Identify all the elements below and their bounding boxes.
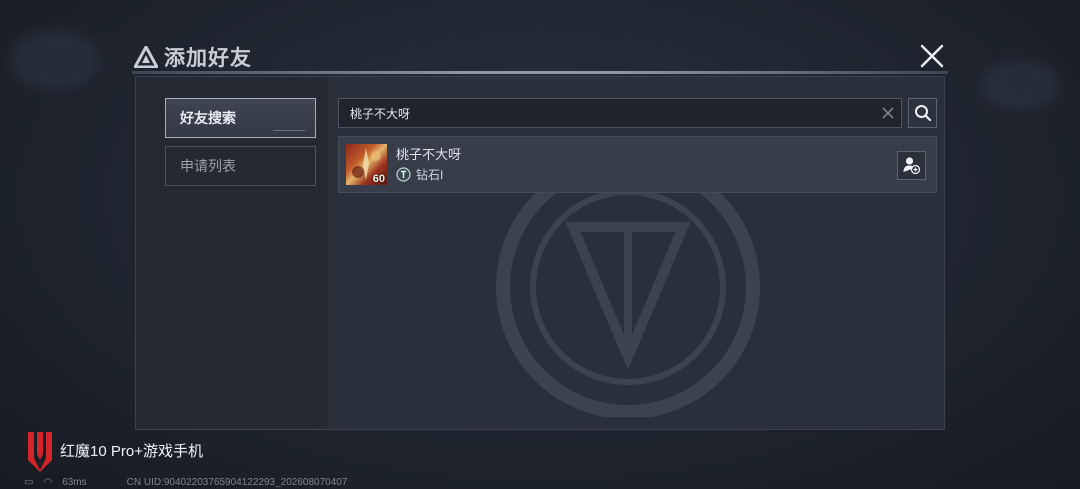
rank-badge-icon — [396, 167, 411, 182]
search-icon — [914, 105, 931, 122]
search-result-row[interactable]: 60 桃子不大呀 钻石I — [338, 136, 937, 193]
tab-friend-search[interactable]: 好友搜索 — [165, 98, 316, 138]
search-button[interactable] — [908, 98, 937, 128]
background-blur — [980, 60, 1060, 110]
add-friend-button[interactable] — [897, 151, 926, 180]
player-level: 60 — [372, 173, 385, 185]
search-content: 60 桃子不大呀 钻石I — [328, 77, 944, 429]
sidebar: 好友搜索 申请列表 — [136, 77, 328, 429]
uid-text: CN UID:9040220376590412229​3_20260807040… — [126, 477, 348, 488]
tab-label: 好友搜索 — [180, 110, 236, 126]
close-button[interactable] — [918, 42, 946, 70]
battery-icon: ▭ — [24, 477, 34, 488]
rank-label: 钻石I — [416, 168, 444, 182]
header-divider — [132, 71, 948, 74]
background-blur — [10, 30, 100, 90]
player-rank: 钻石I — [396, 166, 443, 183]
search-field[interactable] — [338, 98, 902, 128]
status-bar: ▭ ◠ 63ms CN UID:9040220376590412229​3_20… — [24, 477, 347, 488]
brand-text: 红魔10 Pro+游戏手机 — [60, 442, 203, 460]
clear-search-button[interactable] — [881, 106, 895, 120]
avatar[interactable]: 60 — [346, 144, 387, 185]
dialog-title-text: 添加好友 — [164, 47, 252, 70]
device-brand: 红魔10 Pro+游戏手机 — [26, 428, 203, 472]
add-friend-icon — [903, 157, 921, 175]
search-input[interactable] — [350, 106, 860, 120]
red-magic-logo-icon — [28, 432, 52, 472]
player-name: 桃子不大呀 — [396, 147, 462, 162]
wifi-icon: ◠ — [43, 477, 53, 488]
tab-request-list[interactable]: 申请列表 — [165, 146, 316, 186]
ping-text: 63ms — [62, 477, 87, 488]
emblem-watermark-icon — [496, 157, 760, 417]
clear-icon — [882, 107, 894, 119]
game-logo-icon — [134, 46, 158, 68]
tab-label: 申请列表 — [180, 158, 236, 174]
add-friend-panel: 好友搜索 申请列表 桃子不大呀 60 桃子不大呀 钻石I — [135, 76, 945, 430]
dialog-header: 添加好友 — [132, 40, 948, 74]
close-icon — [920, 44, 944, 68]
dialog-title: 添加好友 — [134, 42, 252, 72]
